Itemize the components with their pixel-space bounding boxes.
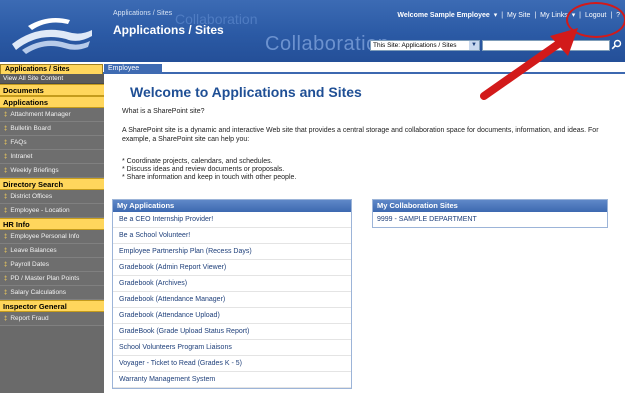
- sidebar-item-label: Employee Personal Info: [10, 233, 80, 240]
- sidebar-item-leave-balances[interactable]: ‡ Leave Balances: [0, 244, 104, 258]
- main-content: Welcome to Applications and Sites What i…: [104, 74, 625, 393]
- sidebar-heading-inspector-general[interactable]: Inspector General: [0, 300, 104, 312]
- bullet-icon: ‡: [4, 290, 8, 296]
- search-scope-value: This Site: Applications / Sites: [373, 42, 457, 49]
- sidebar-heading-hr-info[interactable]: HR Info: [0, 218, 104, 230]
- sidebar-item-employee-location[interactable]: ‡ Employee - Location: [0, 204, 104, 218]
- sidebar-item-weekly-briefings[interactable]: ‡ Weekly Briefings: [0, 164, 104, 178]
- application-link[interactable]: Gradebook (Archives): [113, 276, 351, 292]
- application-link[interactable]: School Volunteers Program Liaisons: [113, 340, 351, 356]
- my-applications-panel: My Applications Be a CEO Internship Prov…: [112, 199, 352, 389]
- application-link[interactable]: Be a School Volunteer!: [113, 228, 351, 244]
- sidebar-item-payroll-dates[interactable]: ‡ Payroll Dates: [0, 258, 104, 272]
- sidebar-item-label: Attachment Manager: [10, 111, 71, 118]
- view-all-site-content-link[interactable]: View All Site Content: [0, 74, 104, 84]
- sidebar-item-label: Report Fraud: [10, 315, 49, 322]
- nav-separator: |: [501, 12, 504, 19]
- sidebar-heading-documents[interactable]: Documents: [0, 84, 104, 96]
- bullet-icon: ‡: [4, 234, 8, 240]
- sidebar-item-faqs[interactable]: ‡ FAQs: [0, 136, 104, 150]
- sidebar-item-label: Employee - Location: [10, 207, 70, 214]
- red-arrow-icon: [480, 28, 578, 100]
- welcome-dropdown-icon[interactable]: ▾: [494, 12, 498, 19]
- sidebar-item-intranet[interactable]: ‡ Intranet: [0, 150, 104, 164]
- sidebar-heading-directory-search[interactable]: Directory Search: [0, 178, 104, 190]
- intro-description: A SharePoint site is a dynamic and inter…: [122, 127, 599, 143]
- sidebar-item-attachment-manager[interactable]: ‡ Attachment Manager: [0, 108, 104, 122]
- intro-bullet: * Coordinate projects, calendars, and sc…: [122, 158, 273, 165]
- quick-launch-sidebar: View All Site Content Documents Applicat…: [0, 74, 104, 393]
- sidebar-item-label: Salary Calculations: [10, 289, 66, 296]
- sidebar-item-bulletin-board[interactable]: ‡ Bulletin Board: [0, 122, 104, 136]
- sidebar-item-salary-calculations[interactable]: ‡ Salary Calculations: [0, 286, 104, 300]
- breadcrumb[interactable]: Applications / Sites: [113, 10, 172, 17]
- page-title: Welcome to Applications and Sites: [130, 84, 362, 100]
- chevron-down-icon[interactable]: ▼: [469, 41, 479, 50]
- intro-question: What is a SharePoint site?: [122, 108, 205, 115]
- bullet-icon: ‡: [4, 126, 8, 132]
- sidebar-item-report-fraud[interactable]: ‡ Report Fraud: [0, 312, 104, 326]
- nav-separator: |: [534, 12, 537, 19]
- application-link[interactable]: Voyager - Ticket to Read (Grades K - 5): [113, 356, 351, 372]
- bullet-icon: ‡: [4, 112, 8, 118]
- sidebar-item-label: District Offices: [10, 193, 53, 200]
- application-link[interactable]: Warranty Management System: [113, 372, 351, 388]
- tab-applications-sites[interactable]: Applications / Sites: [0, 64, 103, 74]
- search-icon[interactable]: [611, 39, 623, 52]
- application-link[interactable]: Employee Partnership Plan (Recess Days): [113, 244, 351, 260]
- my-links-menu[interactable]: My Links: [540, 12, 568, 19]
- sidebar-item-label: Leave Balances: [10, 247, 57, 254]
- bullet-icon: ‡: [4, 154, 8, 160]
- bullet-icon: ‡: [4, 194, 8, 200]
- intro-bullet-list: * Coordinate projects, calendars, and sc…: [122, 158, 296, 182]
- bullet-icon: ‡: [4, 262, 8, 268]
- my-collaboration-sites-heading: My Collaboration Sites: [373, 200, 607, 212]
- bullet-icon: ‡: [4, 248, 8, 254]
- sidebar-heading-applications[interactable]: Applications: [0, 96, 104, 108]
- application-link[interactable]: Be a CEO Internship Provider!: [113, 212, 351, 228]
- my-site-link[interactable]: My Site: [507, 12, 530, 19]
- sidebar-item-label: Intranet: [10, 153, 33, 160]
- sidebar-item-employee-personal-info[interactable]: ‡ Employee Personal Info: [0, 230, 104, 244]
- application-link[interactable]: Gradebook (Attendance Manager): [113, 292, 351, 308]
- welcome-menu[interactable]: Welcome Sample Employee: [397, 12, 489, 19]
- sidebar-item-label: Payroll Dates: [10, 261, 49, 268]
- my-applications-heading: My Applications: [113, 200, 351, 212]
- intro-bullet: * Discuss ideas and review documents or …: [122, 166, 285, 173]
- bullet-icon: ‡: [4, 276, 8, 282]
- application-link[interactable]: Gradebook (Admin Report Viewer): [113, 260, 351, 276]
- sidebar-item-label: Bulletin Board: [10, 125, 51, 132]
- site-logo[interactable]: [8, 6, 96, 56]
- tab-employee-portal[interactable]: Employee Portal: [104, 64, 162, 82]
- site-title[interactable]: Applications / Sites: [113, 23, 224, 37]
- collaboration-site-link[interactable]: 9999 - SAMPLE DEPARTMENT: [373, 212, 607, 227]
- sidebar-item-label: FAQs: [10, 139, 27, 146]
- application-link[interactable]: GradeBook (Grade Upload Status Report): [113, 324, 351, 340]
- bullet-icon: ‡: [4, 208, 8, 214]
- bullet-icon: ‡: [4, 316, 8, 322]
- bullet-icon: ‡: [4, 168, 8, 174]
- sidebar-item-label: PD / Master Plan Points: [10, 275, 80, 282]
- bullet-icon: ‡: [4, 140, 8, 146]
- search-scope-select[interactable]: This Site: Applications / Sites ▼: [370, 40, 480, 51]
- sidebar-item-district-offices[interactable]: ‡ District Offices: [0, 190, 104, 204]
- sidebar-item-label: Weekly Briefings: [10, 167, 59, 174]
- application-link[interactable]: Gradebook (Attendance Upload): [113, 308, 351, 324]
- intro-bullet: * Share information and keep in touch wi…: [122, 174, 297, 181]
- sidebar-item-pd-master-plan-points[interactable]: ‡ PD / Master Plan Points: [0, 272, 104, 286]
- my-collaboration-sites-panel: My Collaboration Sites 9999 - SAMPLE DEP…: [372, 199, 608, 228]
